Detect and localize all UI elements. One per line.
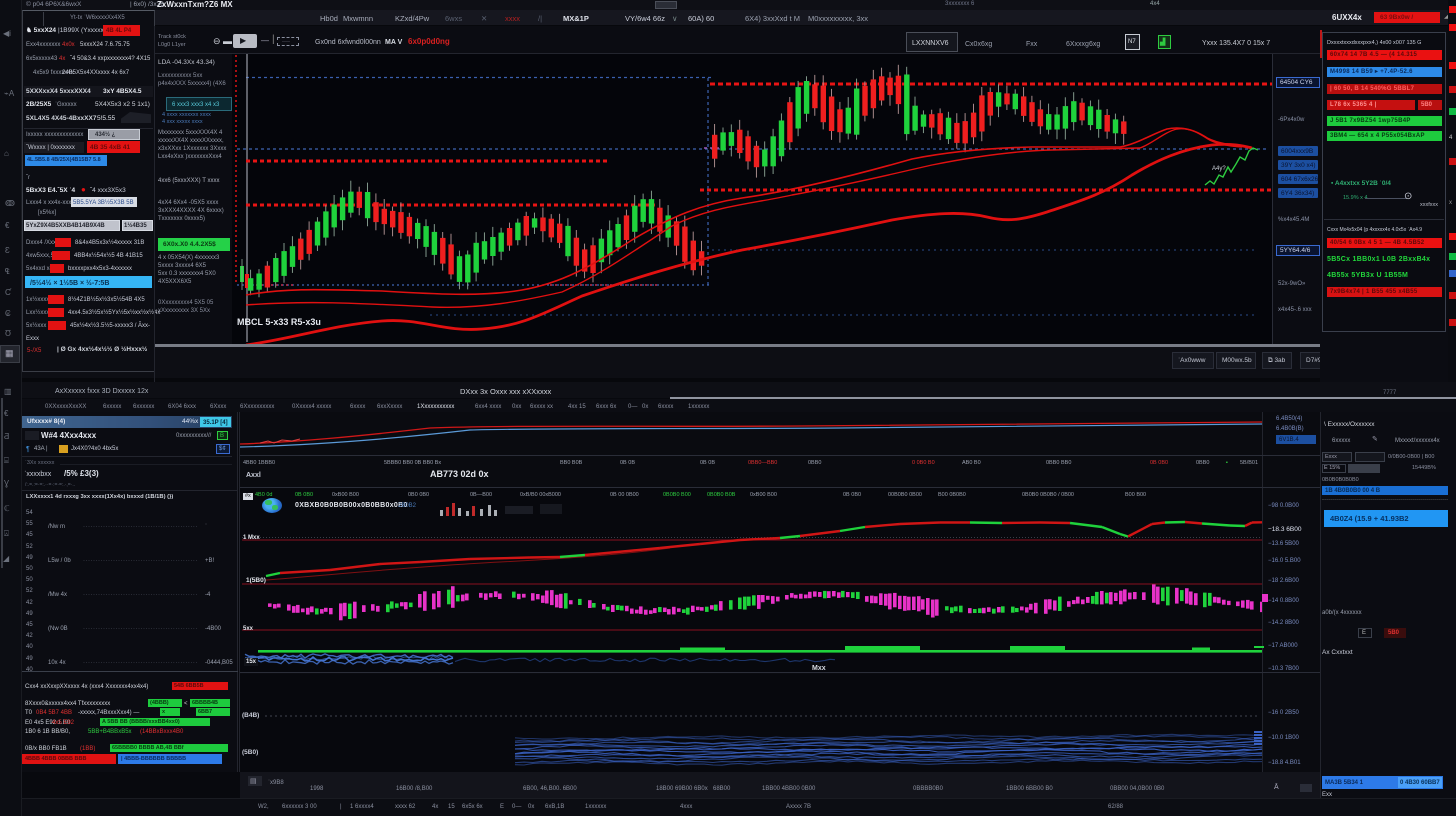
svg-text:A4y?: A4y?	[1212, 166, 1226, 172]
